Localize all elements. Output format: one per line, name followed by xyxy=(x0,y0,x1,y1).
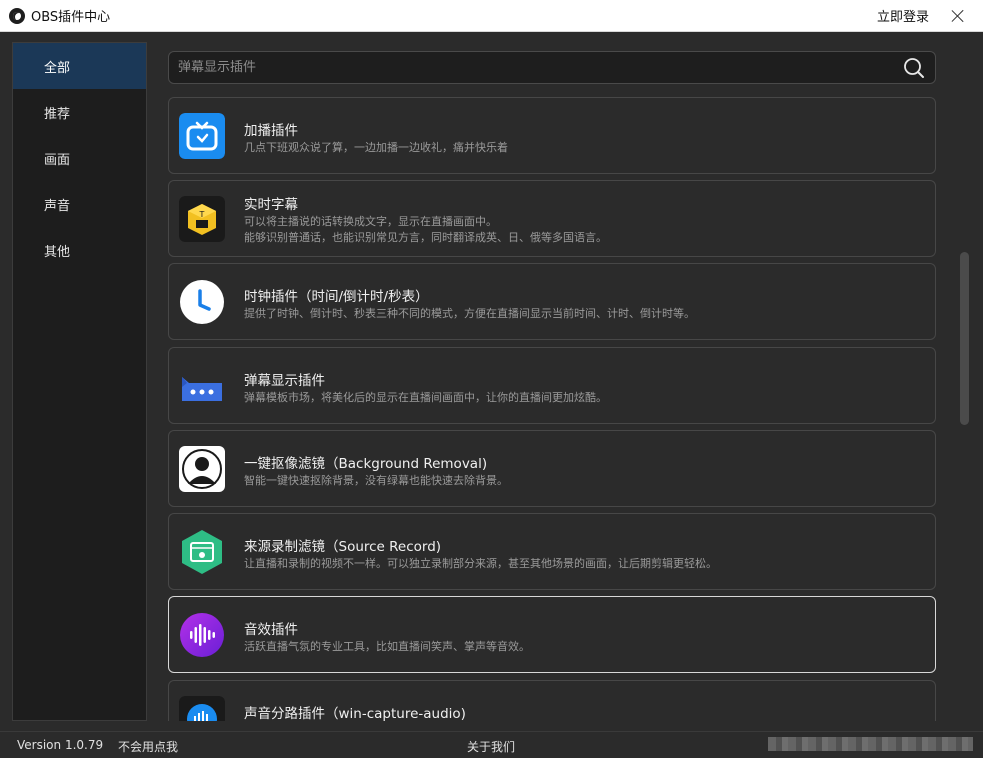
chat-bubble-icon xyxy=(179,363,225,409)
plugin-desc-line: 能够识别普通话，也能识别常见方言，同时翻译成英、日、俄等多国语言。 xyxy=(244,231,607,244)
main-panel: 加播插件 几点下班观众说了算，一边加播一边收礼，痛并快乐着 T 实时字幕 可以将… xyxy=(168,42,960,721)
title-bar: OBS插件中心 立即登录 xyxy=(0,0,983,32)
subtitle-box-icon: T xyxy=(179,196,225,242)
search-input[interactable] xyxy=(169,60,903,75)
audio-split-icon xyxy=(179,696,225,721)
status-bar: Version 1.0.79 不会用点我 关于我们 xyxy=(0,731,983,758)
plugin-desc: 提供了时钟、倒计时、秒表三种不同的模式，方便在直播间显示当前时间、计时、倒计时等… xyxy=(244,307,695,320)
plugin-card-subtitle[interactable]: T 实时字幕 可以将主播说的话转换成文字，显示在直播画面中。 能够识别普通话，也… xyxy=(168,180,936,257)
plugin-desc: 可以将主播说的话转换成文字，显示在直播画面中。 能够识别普通话，也能识别常见方言… xyxy=(244,214,607,246)
sidebar-item-label: 全部 xyxy=(44,60,71,76)
clock-icon xyxy=(179,279,225,325)
plugin-desc: 活跃直播气氛的专业工具，比如直播间笑声、掌声等音效。 xyxy=(244,640,530,653)
sidebar-item-label: 其他 xyxy=(44,244,71,260)
login-button[interactable]: 立即登录 xyxy=(877,6,929,25)
search-bar xyxy=(168,51,936,84)
about-link[interactable]: 关于我们 xyxy=(467,738,515,755)
plugin-desc: 让直播和录制的视频不一样。可以独立录制部分来源，甚至其他场景的画面，让后期剪辑更… xyxy=(244,557,717,570)
sidebar-item-label: 画面 xyxy=(44,152,71,168)
plugin-name: 时钟插件（时间/倒计时/秒表） xyxy=(244,289,429,305)
sound-wave-icon xyxy=(179,612,225,658)
plugin-name: 加播插件 xyxy=(244,123,298,139)
search-icon[interactable] xyxy=(903,57,925,79)
plugin-name: 来源录制滤镜（Source Record) xyxy=(244,539,442,555)
plugin-card-audio-capture[interactable]: 声音分路插件（win-capture-audio) xyxy=(168,680,936,721)
version-label: Version 1.0.79 xyxy=(17,738,104,752)
sidebar-item-all[interactable]: 全部 xyxy=(13,43,146,89)
window-title: OBS插件中心 xyxy=(31,10,111,25)
sidebar-item-other[interactable]: 其他 xyxy=(13,227,146,273)
sidebar-item-recommend[interactable]: 推荐 xyxy=(13,89,146,135)
obs-logo-icon xyxy=(9,7,25,24)
plugin-card-danmaku[interactable]: 弹幕显示插件 弹幕模板市场，将美化后的显示在直播间画面中，让你的直播间更加炫酷。 xyxy=(168,347,936,424)
sidebar-item-audio[interactable]: 声音 xyxy=(13,181,146,227)
sidebar: 全部 推荐 画面 声音 其他 xyxy=(12,42,147,721)
plugin-desc: 智能一键快速抠除背景，没有绿幕也能快速去除背景。 xyxy=(244,474,508,487)
sidebar-item-video[interactable]: 画面 xyxy=(13,135,146,181)
gift-tv-icon xyxy=(179,113,225,159)
plugin-name: 一键抠像滤镜（Background Removal) xyxy=(244,456,488,472)
plugin-desc: 弹幕模板市场，将美化后的显示在直播间画面中，让你的直播间更加炫酷。 xyxy=(244,391,607,404)
plugin-card-sound-effect[interactable]: 音效插件 活跃直播气氛的专业工具，比如直播间笑声、掌声等音效。 xyxy=(168,596,936,673)
svg-text:T: T xyxy=(199,210,205,219)
scrollbar-thumb[interactable] xyxy=(960,252,969,425)
sidebar-item-label: 推荐 xyxy=(44,106,71,122)
sidebar-item-label: 声音 xyxy=(44,198,71,214)
plugin-card-addcast[interactable]: 加播插件 几点下班观众说了算，一边加播一边收礼，痛并快乐着 xyxy=(168,97,936,174)
plugin-desc: 几点下班观众说了算，一边加播一边收礼，痛并快乐着 xyxy=(244,141,508,154)
plugin-name: 音效插件 xyxy=(244,622,298,638)
record-hexagon-icon xyxy=(179,529,225,575)
plugin-desc-line: 可以将主播说的话转换成文字，显示在直播画面中。 xyxy=(244,215,497,228)
help-link[interactable]: 不会用点我 xyxy=(118,738,178,755)
plugin-name: 弹幕显示插件 xyxy=(244,373,325,389)
plugin-card-clock[interactable]: 时钟插件（时间/倒计时/秒表） 提供了时钟、倒计时、秒表三种不同的模式，方便在直… xyxy=(168,263,936,340)
plugin-card-source-record[interactable]: 来源录制滤镜（Source Record) 让直播和录制的视频不一样。可以独立录… xyxy=(168,513,936,590)
plugin-card-bg-removal[interactable]: 一键抠像滤镜（Background Removal) 智能一键快速抠除背景，没有… xyxy=(168,430,936,507)
plugin-name: 实时字幕 xyxy=(244,197,298,213)
close-icon[interactable] xyxy=(951,9,965,23)
blurred-region xyxy=(768,737,973,751)
person-icon xyxy=(179,446,225,492)
plugin-name: 声音分路插件（win-capture-audio) xyxy=(244,706,466,721)
